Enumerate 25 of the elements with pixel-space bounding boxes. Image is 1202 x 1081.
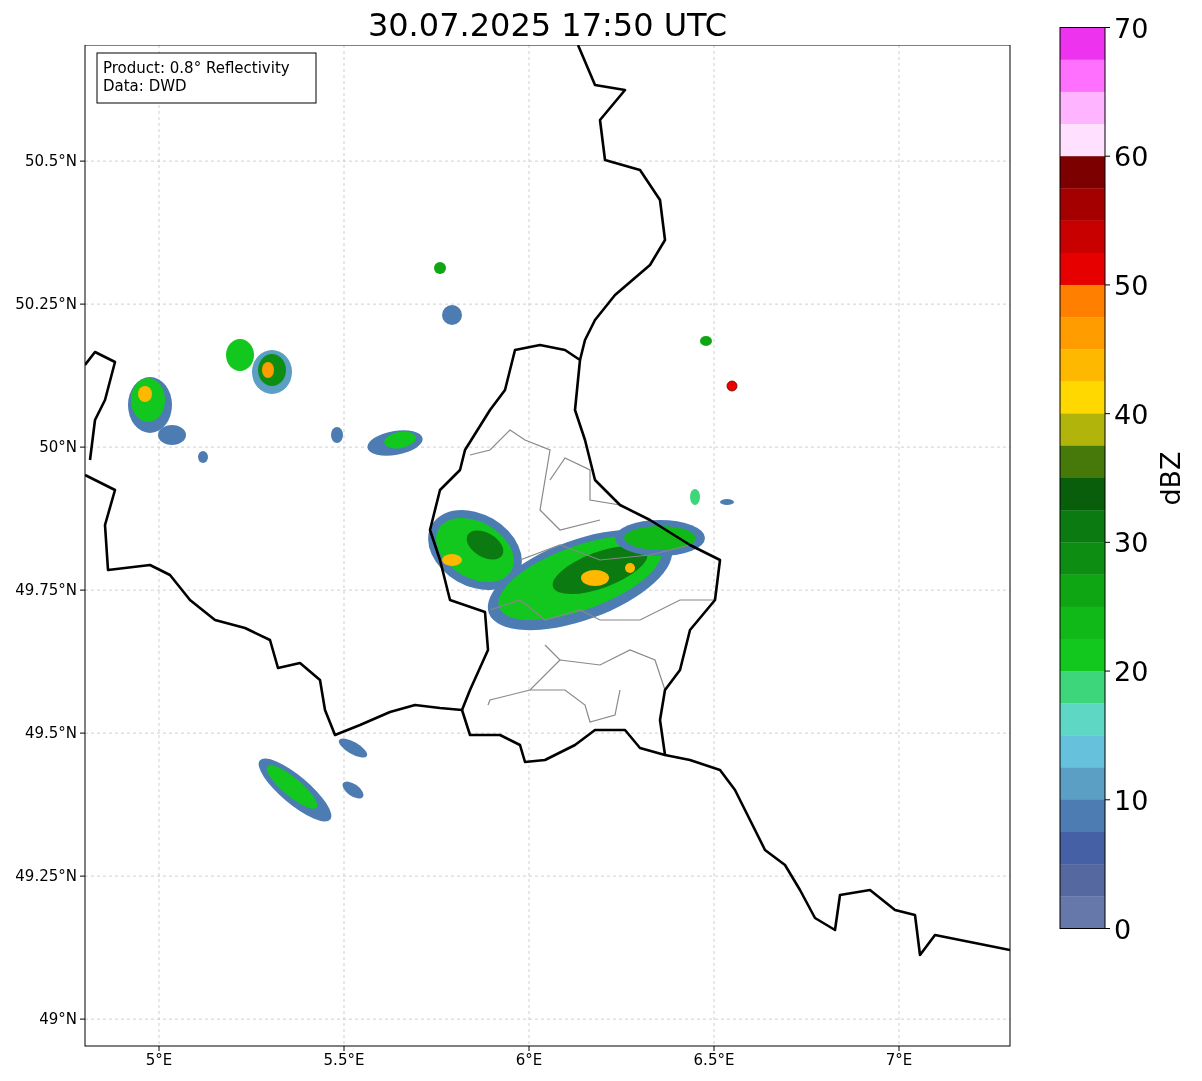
y-axis-tick-label: 49°N bbox=[39, 1010, 77, 1029]
colorbar-tick-label: 10 bbox=[1114, 784, 1149, 816]
x-axis-tick-label: 5°E bbox=[145, 1051, 173, 1069]
y-axis-tick-label: 49.25°N bbox=[15, 867, 77, 886]
x-axis-tick-label: 6°E bbox=[515, 1051, 543, 1069]
colorbar-tick-label: 0 bbox=[1114, 913, 1132, 945]
y-axis-tick-label: 50.25°N bbox=[15, 295, 77, 314]
x-axis-tick-label: 5.5°E bbox=[323, 1051, 365, 1069]
x-axis-tick-label: 7°E bbox=[885, 1051, 913, 1069]
info-text: Product: 0.8° Reflectivity bbox=[103, 59, 290, 77]
y-axis-tick-label: 50.5°N bbox=[24, 152, 77, 171]
map-title: 30.07.2025 17:50 UTC bbox=[366, 5, 729, 45]
y-axis-tick-label: 49.75°N bbox=[15, 581, 77, 600]
colorbar-tick-label: 30 bbox=[1114, 527, 1149, 559]
info-text: Data: DWD bbox=[103, 77, 187, 95]
colorbar-tick-label: 60 bbox=[1114, 141, 1149, 173]
colorbar-tick-label: 20 bbox=[1114, 656, 1149, 688]
colorbar-tick-label: 40 bbox=[1114, 398, 1149, 430]
y-axis-tick-label: 50°N bbox=[39, 438, 77, 457]
colorbar-label: dBZ bbox=[1155, 451, 1186, 506]
colorbar-tick-label: 70 bbox=[1114, 12, 1149, 44]
y-axis-tick-label: 49.5°N bbox=[24, 724, 77, 743]
x-axis-tick-label: 6.5°E bbox=[693, 1051, 735, 1069]
radar-site-marker bbox=[726, 380, 738, 392]
colorbar-tick-label: 50 bbox=[1114, 269, 1149, 301]
